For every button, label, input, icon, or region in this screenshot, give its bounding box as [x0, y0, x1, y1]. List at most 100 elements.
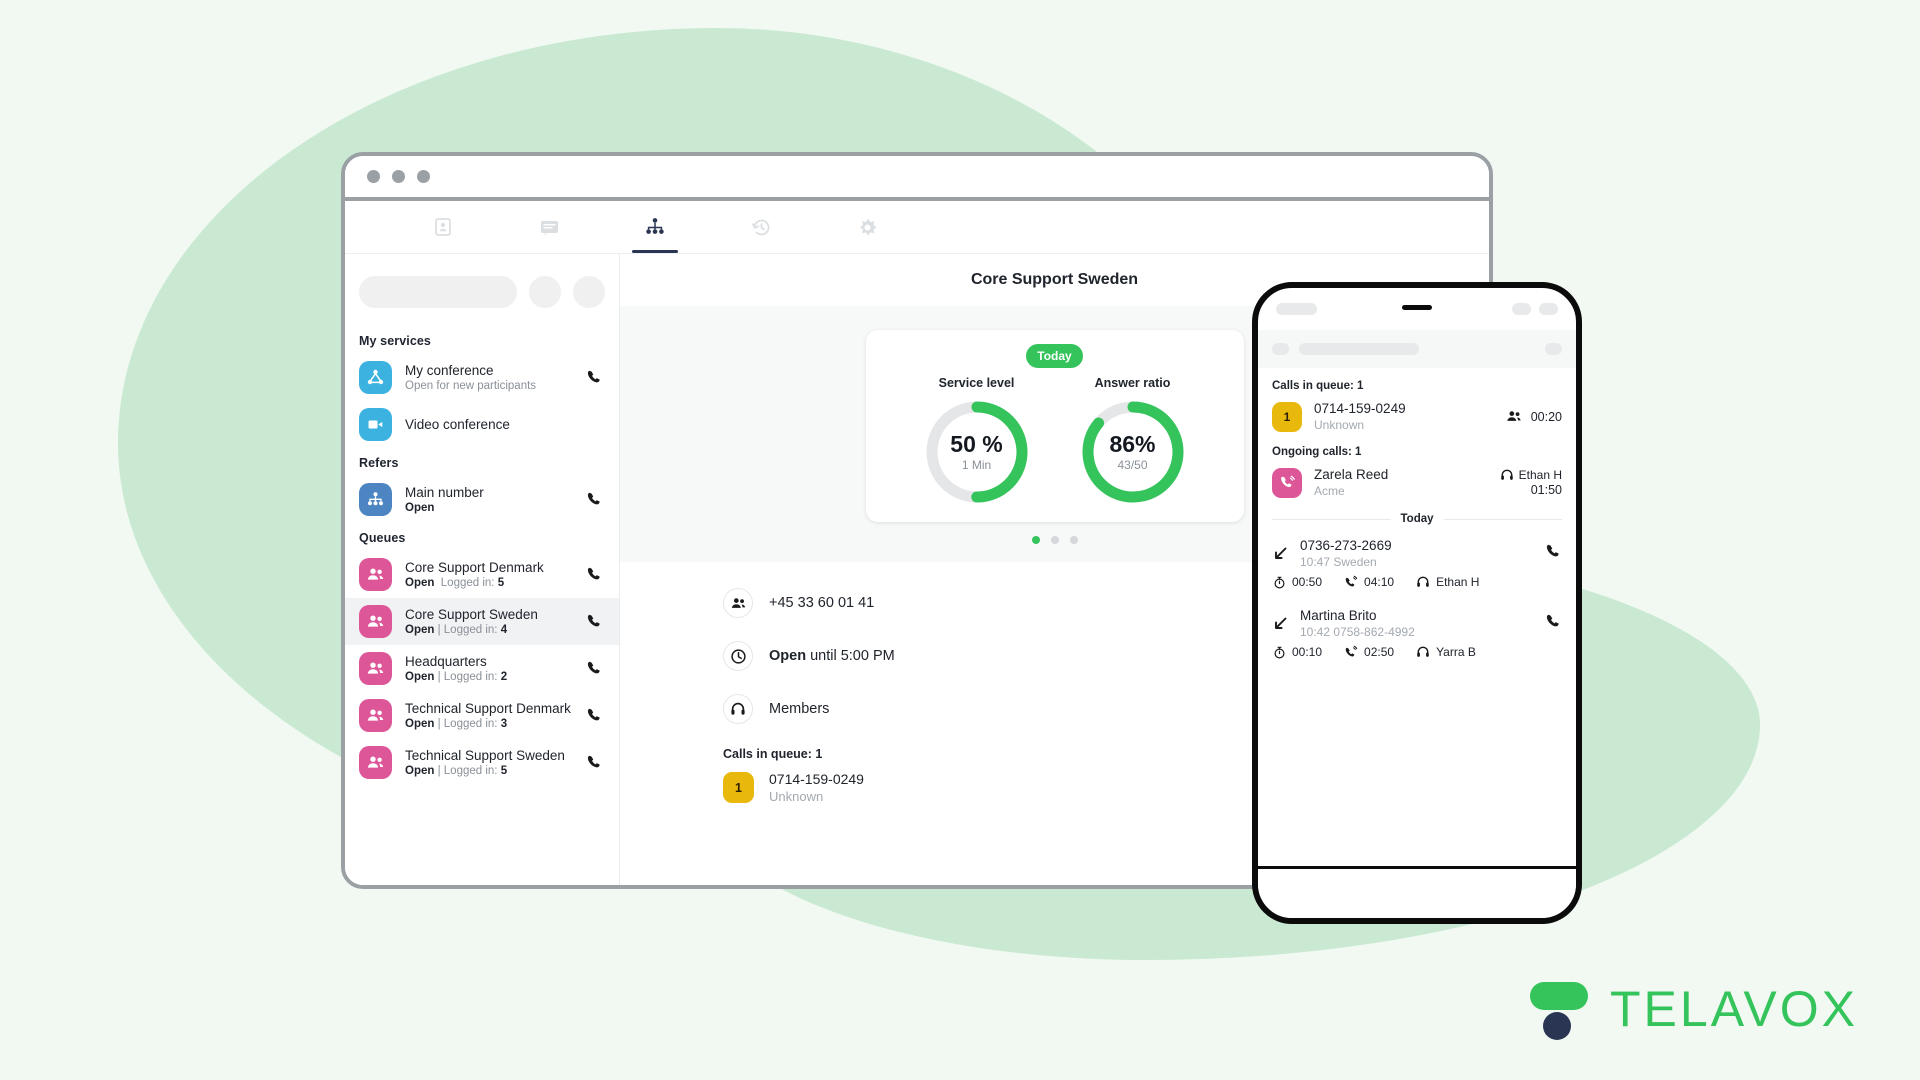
- phone-icon: [587, 370, 600, 383]
- phone-ongoing-name: Zarela Reed: [1314, 467, 1389, 482]
- call-button[interactable]: [583, 658, 605, 680]
- sidebar-item-core-support-denmark[interactable]: Core Support Denmark Open Logged in: 5: [345, 551, 619, 598]
- tab-history[interactable]: [738, 201, 784, 253]
- phone-content: Calls in queue: 1 1 0714-159-0249 Unknow…: [1258, 368, 1576, 659]
- sidebar-item-status: Open: [405, 501, 435, 514]
- phone-search-input[interactable]: [1299, 343, 1419, 355]
- window-close-button[interactable]: [367, 170, 380, 183]
- phone-history-name: 0736-273-2669: [1300, 538, 1392, 553]
- active-tab-underline: [632, 250, 678, 253]
- phone-icon: [1546, 544, 1559, 556]
- phone-menu-placeholder[interactable]: [1272, 343, 1289, 355]
- people-icon: [367, 568, 384, 580]
- call-button[interactable]: [583, 564, 605, 586]
- mobile-app-device: Calls in queue: 1 1 0714-159-0249 Unknow…: [1252, 282, 1582, 924]
- gauge-subvalue: 1 Min: [961, 458, 992, 472]
- sidebar-item-label: Technical Support Sweden: [405, 747, 565, 763]
- avatar: [359, 483, 392, 516]
- detail-text: Members: [769, 701, 830, 717]
- status-battery-placeholder: [1539, 303, 1558, 315]
- window-titlebar: [345, 156, 1489, 201]
- phone-avatar-placeholder[interactable]: [1545, 343, 1562, 355]
- phone-history-duration-value: 04:10: [1364, 575, 1395, 589]
- phone-history-header: 0736-273-2669 10:47 Sweden: [1272, 537, 1562, 570]
- sidebar-item-main-number[interactable]: Main number Open: [345, 476, 619, 523]
- headset-icon: [1417, 576, 1429, 587]
- search-input[interactable]: [359, 276, 517, 308]
- stopwatch-icon: [1274, 576, 1285, 588]
- people-icon: [367, 756, 384, 768]
- sidebar-item-status: Open | Logged in: 4: [405, 623, 508, 636]
- call-button[interactable]: [583, 611, 605, 633]
- chat-bubble-icon: [540, 221, 558, 235]
- carousel-dot-2[interactable]: [1050, 536, 1059, 544]
- phone-history-sub: 10:47 Sweden: [1300, 555, 1377, 569]
- call-button[interactable]: [583, 367, 605, 389]
- tab-settings[interactable]: [844, 201, 890, 253]
- phone-history-item[interactable]: Martina Brito 10:42 0758-862-4992 00:10 …: [1272, 607, 1562, 659]
- phone-queue-row[interactable]: 1 0714-159-0249 Unknown 00:20: [1272, 400, 1562, 433]
- tab-organisation[interactable]: [632, 201, 678, 253]
- active-call-icon: [1272, 467, 1302, 498]
- sidebar-item-my-conference[interactable]: My conference Open for new participants: [345, 354, 619, 401]
- tab-chat[interactable]: [526, 201, 572, 253]
- sidebar-item-technical-support-denmark[interactable]: Technical Support Denmark Open | Logged …: [345, 692, 619, 739]
- call-button[interactable]: [583, 752, 605, 774]
- avatar: [359, 558, 392, 591]
- carousel-dot-1[interactable]: [1031, 536, 1040, 544]
- call-button[interactable]: [583, 489, 605, 511]
- window-maximize-button[interactable]: [417, 170, 430, 183]
- call-button-placeholder: [583, 414, 605, 436]
- call-button[interactable]: [1545, 613, 1562, 635]
- phone-history-duration: 02:50: [1344, 645, 1394, 659]
- phone-search-bar[interactable]: [1258, 330, 1576, 368]
- phone-status-bar: [1258, 288, 1576, 330]
- logo-wordmark: TELAVOX: [1610, 981, 1858, 1037]
- headset-icon: [1500, 469, 1513, 480]
- sidebar-item-label: Core Support Denmark: [405, 559, 544, 575]
- phone-ongoing-row[interactable]: Zarela Reed Acme Ethan H 01:50: [1272, 466, 1562, 499]
- phone-history-wait: 00:10: [1273, 645, 1322, 659]
- sidebar-action-two[interactable]: [573, 276, 605, 308]
- status-time-placeholder: [1276, 303, 1317, 315]
- org-chart-icon: [368, 491, 383, 505]
- call-button[interactable]: [1545, 543, 1562, 565]
- sidebar-item-text: Technical Support Denmark Open | Logged …: [405, 700, 571, 732]
- tab-contacts[interactable]: [420, 201, 466, 253]
- phone-icon: [587, 661, 600, 674]
- sidebar-item-text: Core Support Denmark Open Logged in: 5: [405, 559, 570, 591]
- sidebar-item-video-conference[interactable]: Video conference: [345, 401, 619, 448]
- logo-bar-shape: [1530, 982, 1588, 1010]
- call-button[interactable]: [583, 705, 605, 727]
- phone-history-item[interactable]: 0736-273-2669 10:47 Sweden 00:50 04:10 E…: [1272, 537, 1562, 589]
- clock-icon: [723, 641, 753, 671]
- page-root: My services My conference Open for new p…: [0, 0, 1920, 1080]
- sidebar-item-label: Video conference: [405, 417, 510, 432]
- sidebar-skeleton-row: [345, 266, 619, 326]
- phone-queue-text: 0714-159-0249 Unknown: [1314, 400, 1493, 433]
- phone-ongoing-agent: Ethan H: [1500, 468, 1562, 482]
- sidebar-item-headquarters[interactable]: Headquarters Open | Logged in: 2: [345, 645, 619, 692]
- period-badge[interactable]: Today: [1026, 344, 1083, 368]
- divider-line-right: [1443, 518, 1563, 520]
- divider-line-left: [1272, 518, 1391, 520]
- detail-text: +45 33 60 01 41: [769, 595, 875, 611]
- phone-history-agent: Ethan H: [1416, 575, 1479, 589]
- sidebar-item-core-support-sweden[interactable]: Core Support Sweden Open | Logged in: 4: [345, 598, 619, 645]
- video-camera-icon: [368, 420, 383, 429]
- phone-ongoing-meta: Ethan H 01:50: [1500, 468, 1562, 497]
- phone-icon: [587, 567, 600, 580]
- phone-speaker-notch: [1402, 305, 1432, 310]
- sidebar-action-one[interactable]: [529, 276, 561, 308]
- sidebar: My services My conference Open for new p…: [345, 254, 620, 885]
- avatar: [359, 605, 392, 638]
- gauge-answer-ratio: Answer ratio 86% 43/50: [1078, 376, 1188, 506]
- carousel-dot-3[interactable]: [1069, 536, 1078, 544]
- window-minimize-button[interactable]: [392, 170, 405, 183]
- phone-history-wait-value: 00:50: [1292, 575, 1323, 589]
- phone-calls-in-queue-heading: Calls in queue: 1: [1272, 380, 1364, 392]
- donut-chart: 86% 43/50: [1079, 398, 1187, 506]
- phone-history-agent-name: Ethan H: [1436, 575, 1480, 589]
- sidebar-item-technical-support-sweden[interactable]: Technical Support Sweden Open | Logged i…: [345, 739, 619, 786]
- phone-history-text: 0736-273-2669 10:47 Sweden: [1300, 537, 1534, 570]
